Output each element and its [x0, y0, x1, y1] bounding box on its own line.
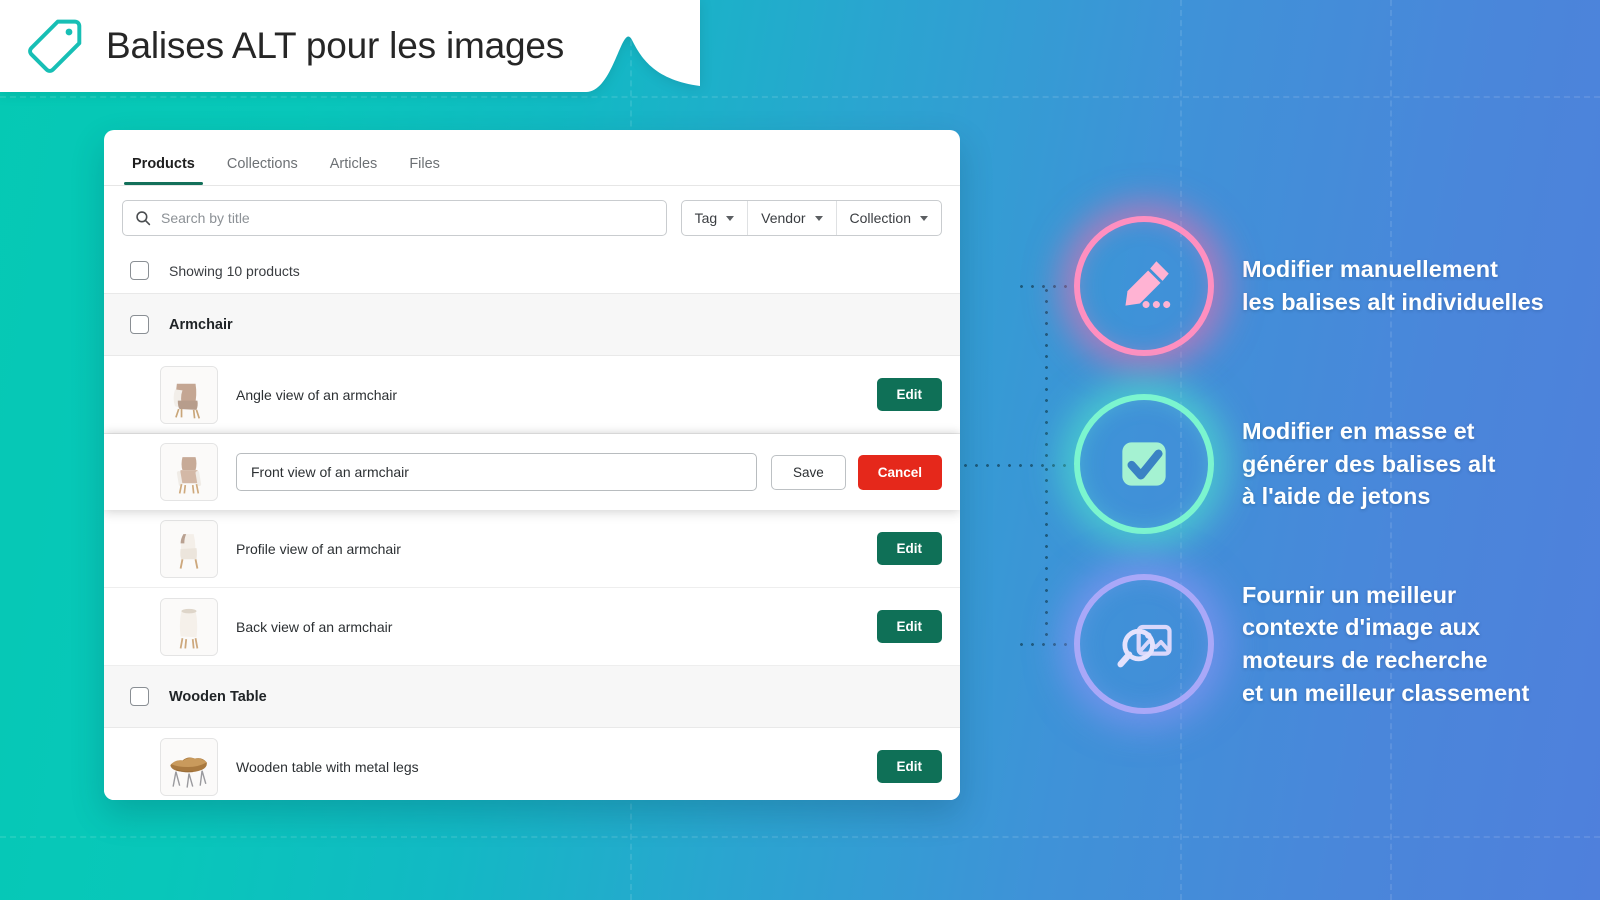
tab-articles[interactable]: Articles [314, 156, 394, 185]
alt-text-value: Back view of an armchair [236, 618, 393, 635]
callout-bulk-edit: Modifier en masse et générer des balises… [1074, 394, 1495, 534]
search-placeholder: Search by title [161, 210, 250, 226]
group-title: Wooden Table [169, 688, 267, 705]
image-row: Angle view of an armchair Edit [104, 356, 960, 434]
alt-text-value: Profile view of an armchair [236, 540, 401, 557]
chevron-down-icon [726, 215, 735, 221]
tab-collections[interactable]: Collections [211, 156, 314, 185]
image-row-editing: Save Cancel [104, 434, 960, 510]
filter-tag-button[interactable]: Tag [682, 201, 749, 235]
armchair-back-image [161, 598, 217, 655]
header-banner: Balises ALT pour les images [0, 0, 660, 92]
callout-icon-circle [1074, 216, 1214, 356]
armchair-front-image [161, 444, 217, 500]
tab-bar: Products Collections Articles Files [104, 130, 960, 186]
filter-collection-label: Collection [849, 210, 911, 226]
edit-button[interactable]: Edit [876, 532, 942, 565]
edit-button[interactable]: Edit [876, 750, 942, 783]
product-thumbnail [160, 519, 218, 578]
page-title: Balises ALT pour les images [106, 25, 565, 66]
chevron-down-icon [920, 215, 928, 221]
tab-products[interactable]: Products [116, 156, 211, 185]
product-thumbnail [160, 597, 218, 656]
filter-vendor-label: Vendor [761, 210, 806, 226]
edit-button[interactable]: Edit [876, 610, 942, 643]
chevron-down-icon [814, 215, 823, 221]
armchair-profile-image [161, 520, 217, 577]
save-button[interactable]: Save [770, 454, 846, 490]
pencil-edit-icon [1125, 261, 1171, 309]
callout-text: Fournir un meilleur contexte d'image aux… [1242, 581, 1530, 706]
select-all-checkbox[interactable] [130, 261, 149, 280]
wooden-table-image [161, 738, 217, 795]
product-thumbnail [160, 737, 218, 796]
product-thumbnail [160, 443, 218, 501]
search-icon [136, 211, 151, 226]
cancel-button[interactable]: Cancel [857, 454, 942, 490]
group-title: Armchair [169, 316, 233, 333]
select-all-row: Showing 10 products [104, 248, 960, 294]
callout-manual-edit: Modifier manuellement les balises alt in… [1074, 216, 1544, 356]
toolbar: Search by title Tag Vendor Collection [104, 186, 960, 248]
alt-text-value: Wooden table with metal legs [236, 758, 419, 775]
group-checkbox-armchair[interactable] [130, 315, 149, 334]
group-checkbox-wooden-table[interactable] [130, 687, 149, 706]
edit-button[interactable]: Edit [876, 378, 942, 411]
callout-text: Modifier en masse et générer des balises… [1242, 418, 1496, 510]
search-input[interactable]: Search by title [122, 200, 667, 236]
image-row: Back view of an armchair Edit [104, 588, 960, 666]
checkbox-check-icon [1122, 442, 1166, 486]
armchair-angle-image [161, 366, 217, 423]
app-card: Products Collections Articles Files Sear… [104, 130, 960, 800]
alt-text-value: Angle view of an armchair [236, 386, 398, 403]
filter-collection-button[interactable]: Collection [837, 201, 941, 235]
tab-files[interactable]: Files [393, 156, 456, 185]
callout-seo-context: Fournir un meilleur contexte d'image aux… [1074, 574, 1529, 714]
tag-icon [28, 19, 82, 73]
product-group-header: Armchair [104, 294, 960, 356]
callout-icon-circle [1074, 574, 1214, 714]
image-row: Wooden table with metal legs Edit [104, 728, 960, 800]
callout-text: Modifier manuellement les balises alt in… [1242, 256, 1544, 315]
filter-tag-label: Tag [694, 210, 718, 226]
image-row: Profile view of an armchair Edit [104, 510, 960, 588]
alt-text-input[interactable] [236, 453, 757, 491]
product-count-label: Showing 10 products [169, 262, 300, 279]
filter-vendor-button[interactable]: Vendor [748, 201, 837, 235]
image-search-icon [1117, 624, 1172, 668]
filter-group: Tag Vendor Collection [680, 200, 942, 236]
callout-icon-circle [1074, 394, 1214, 534]
product-group-header: Wooden Table [104, 666, 960, 728]
product-thumbnail [160, 365, 218, 424]
